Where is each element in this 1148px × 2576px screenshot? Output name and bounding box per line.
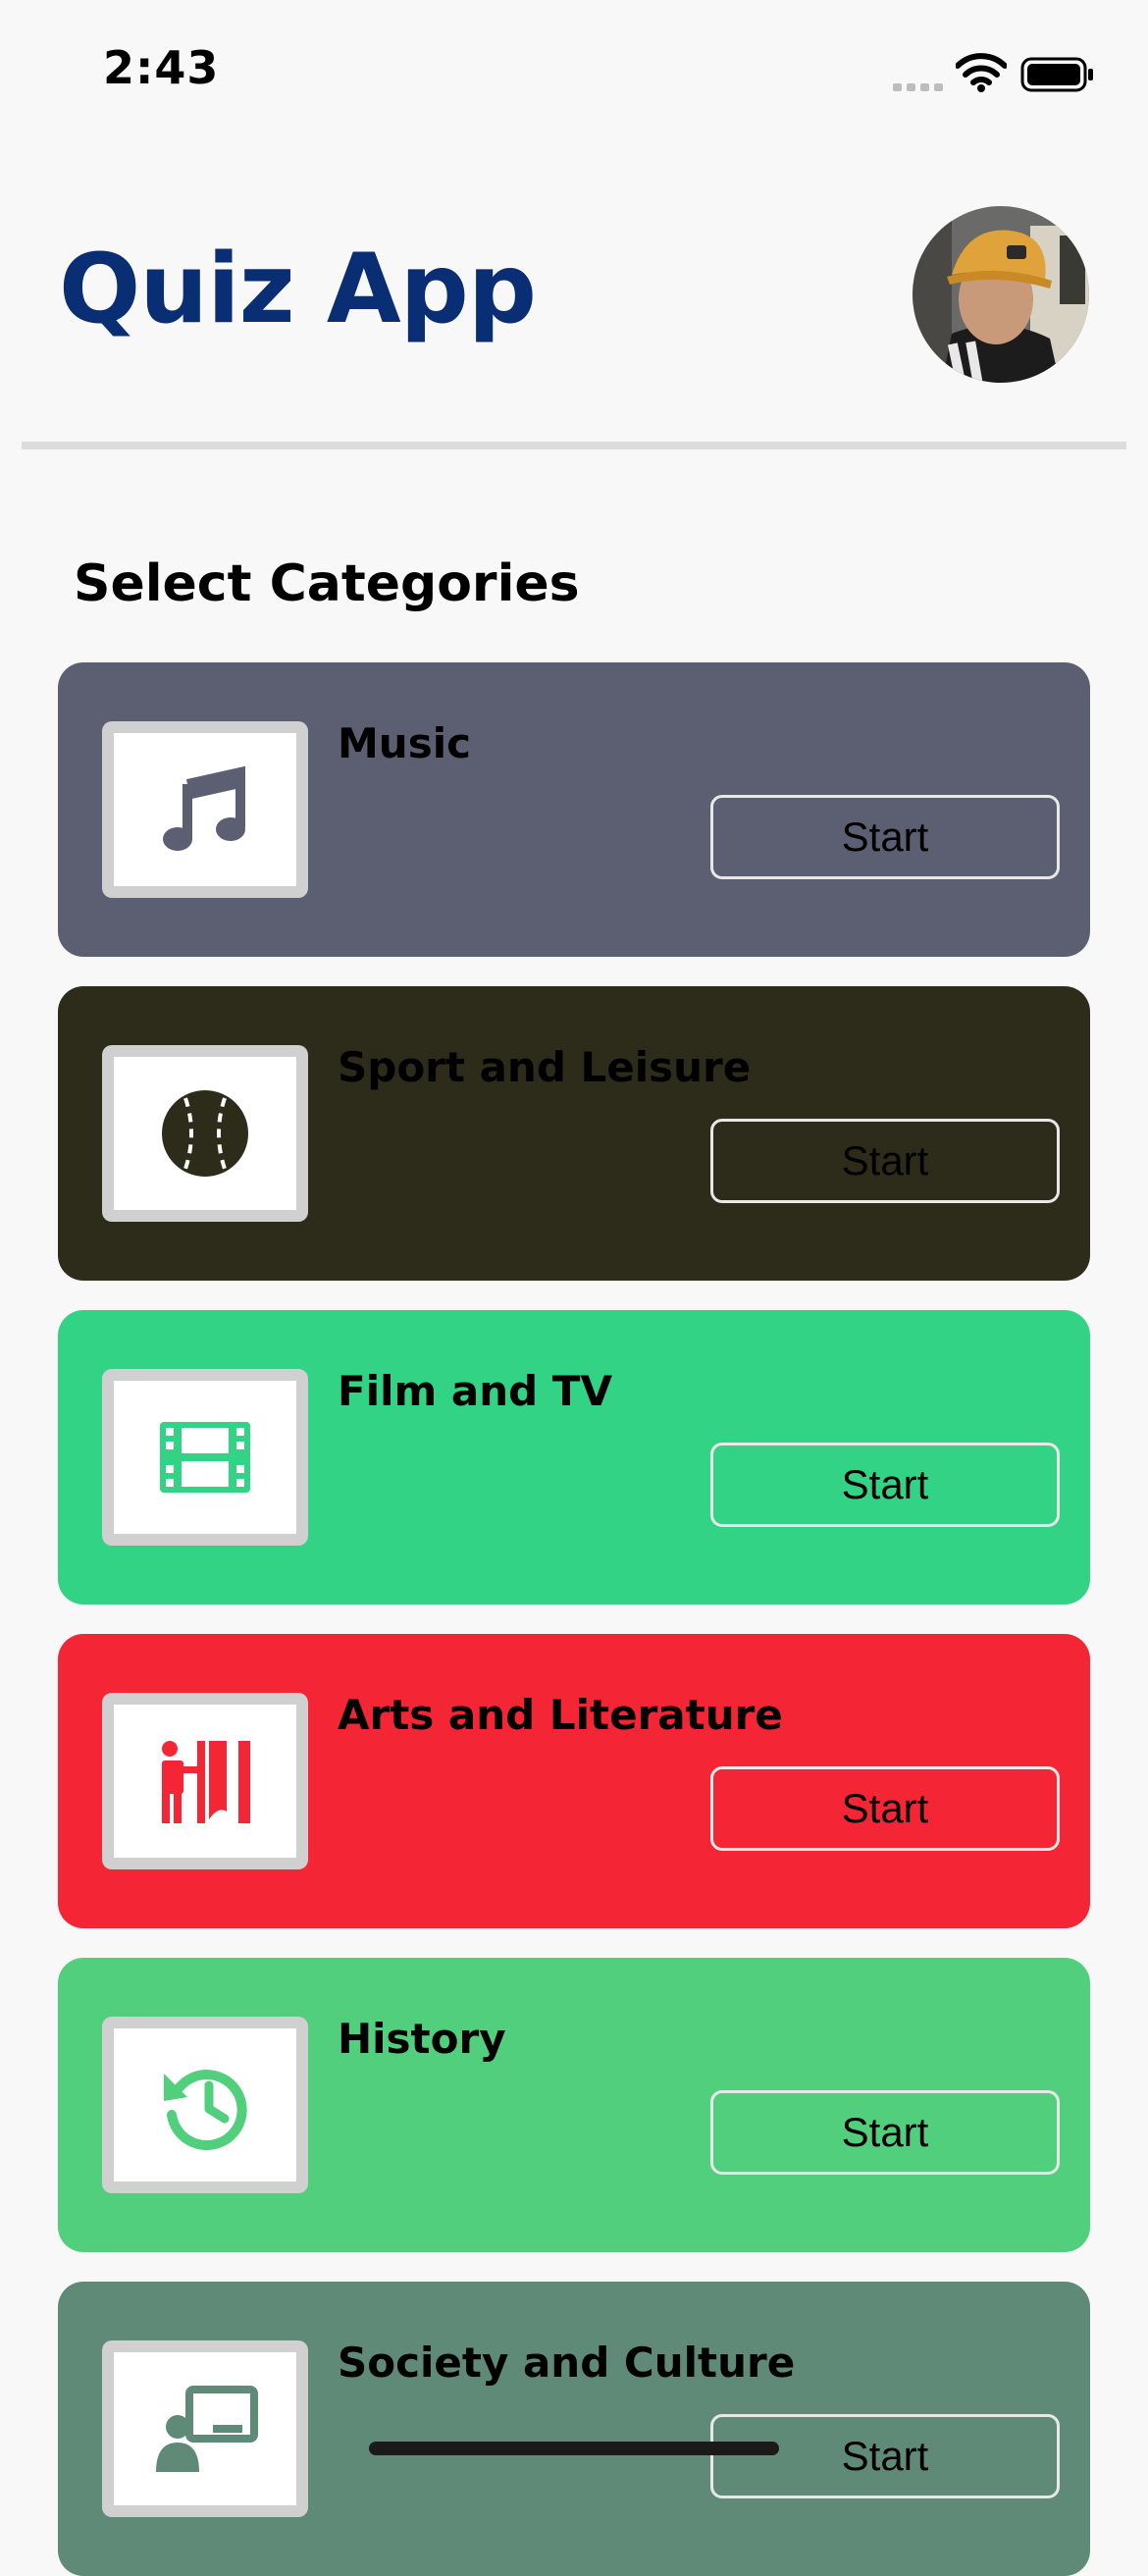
start-button[interactable]: Start xyxy=(710,2414,1060,2498)
home-indicator[interactable] xyxy=(369,2442,779,2455)
category-title: Music xyxy=(338,719,471,767)
category-title: Arts and Literature xyxy=(338,1691,783,1739)
card-icon-frame xyxy=(102,1693,308,1869)
category-card-history[interactable]: History Start xyxy=(58,1958,1090,2252)
category-title: Film and TV xyxy=(338,1367,612,1415)
presentation-icon xyxy=(156,2386,258,2472)
signal-icon xyxy=(893,83,943,91)
category-card-arts-and-literature[interactable]: Arts and Literature Start xyxy=(58,1634,1090,1928)
category-title: History xyxy=(338,2015,506,2063)
category-title: Society and Culture xyxy=(338,2339,796,2387)
section-title: Select Categories xyxy=(74,554,580,613)
header-divider xyxy=(22,442,1126,449)
avatar-photo xyxy=(913,206,1089,383)
theater-icon xyxy=(162,1741,250,1823)
card-icon-frame xyxy=(102,1369,308,1546)
category-card-sport-and-leisure[interactable]: Sport and Leisure Start xyxy=(58,986,1090,1281)
battery-icon xyxy=(1020,57,1093,92)
start-button[interactable]: Start xyxy=(710,1766,1060,1851)
card-icon-frame xyxy=(102,2017,308,2193)
start-button[interactable]: Start xyxy=(710,1443,1060,1527)
category-card-society-and-culture[interactable]: Society and Culture Start xyxy=(58,2282,1090,2576)
start-button[interactable]: Start xyxy=(710,1119,1060,1203)
category-card-film-and-tv[interactable]: Film and TV Start xyxy=(58,1310,1090,1604)
card-icon-frame xyxy=(102,1045,308,1222)
history-icon xyxy=(164,2070,247,2150)
category-title: Sport and Leisure xyxy=(338,1043,752,1091)
start-button[interactable]: Start xyxy=(710,795,1060,879)
film-icon xyxy=(160,1422,250,1493)
baseball-icon xyxy=(162,1090,248,1177)
status-time: 2:43 xyxy=(103,41,220,94)
wifi-icon xyxy=(956,53,1007,92)
avatar[interactable] xyxy=(913,206,1089,383)
start-button[interactable]: Start xyxy=(710,2090,1060,2175)
card-icon-frame xyxy=(102,721,308,898)
music-note-icon xyxy=(163,765,245,851)
status-bar: 2:43 xyxy=(0,0,1148,147)
category-card-music[interactable]: Music Start xyxy=(58,662,1090,957)
app-title: Quiz App xyxy=(59,234,537,345)
card-icon-frame xyxy=(102,2340,308,2517)
